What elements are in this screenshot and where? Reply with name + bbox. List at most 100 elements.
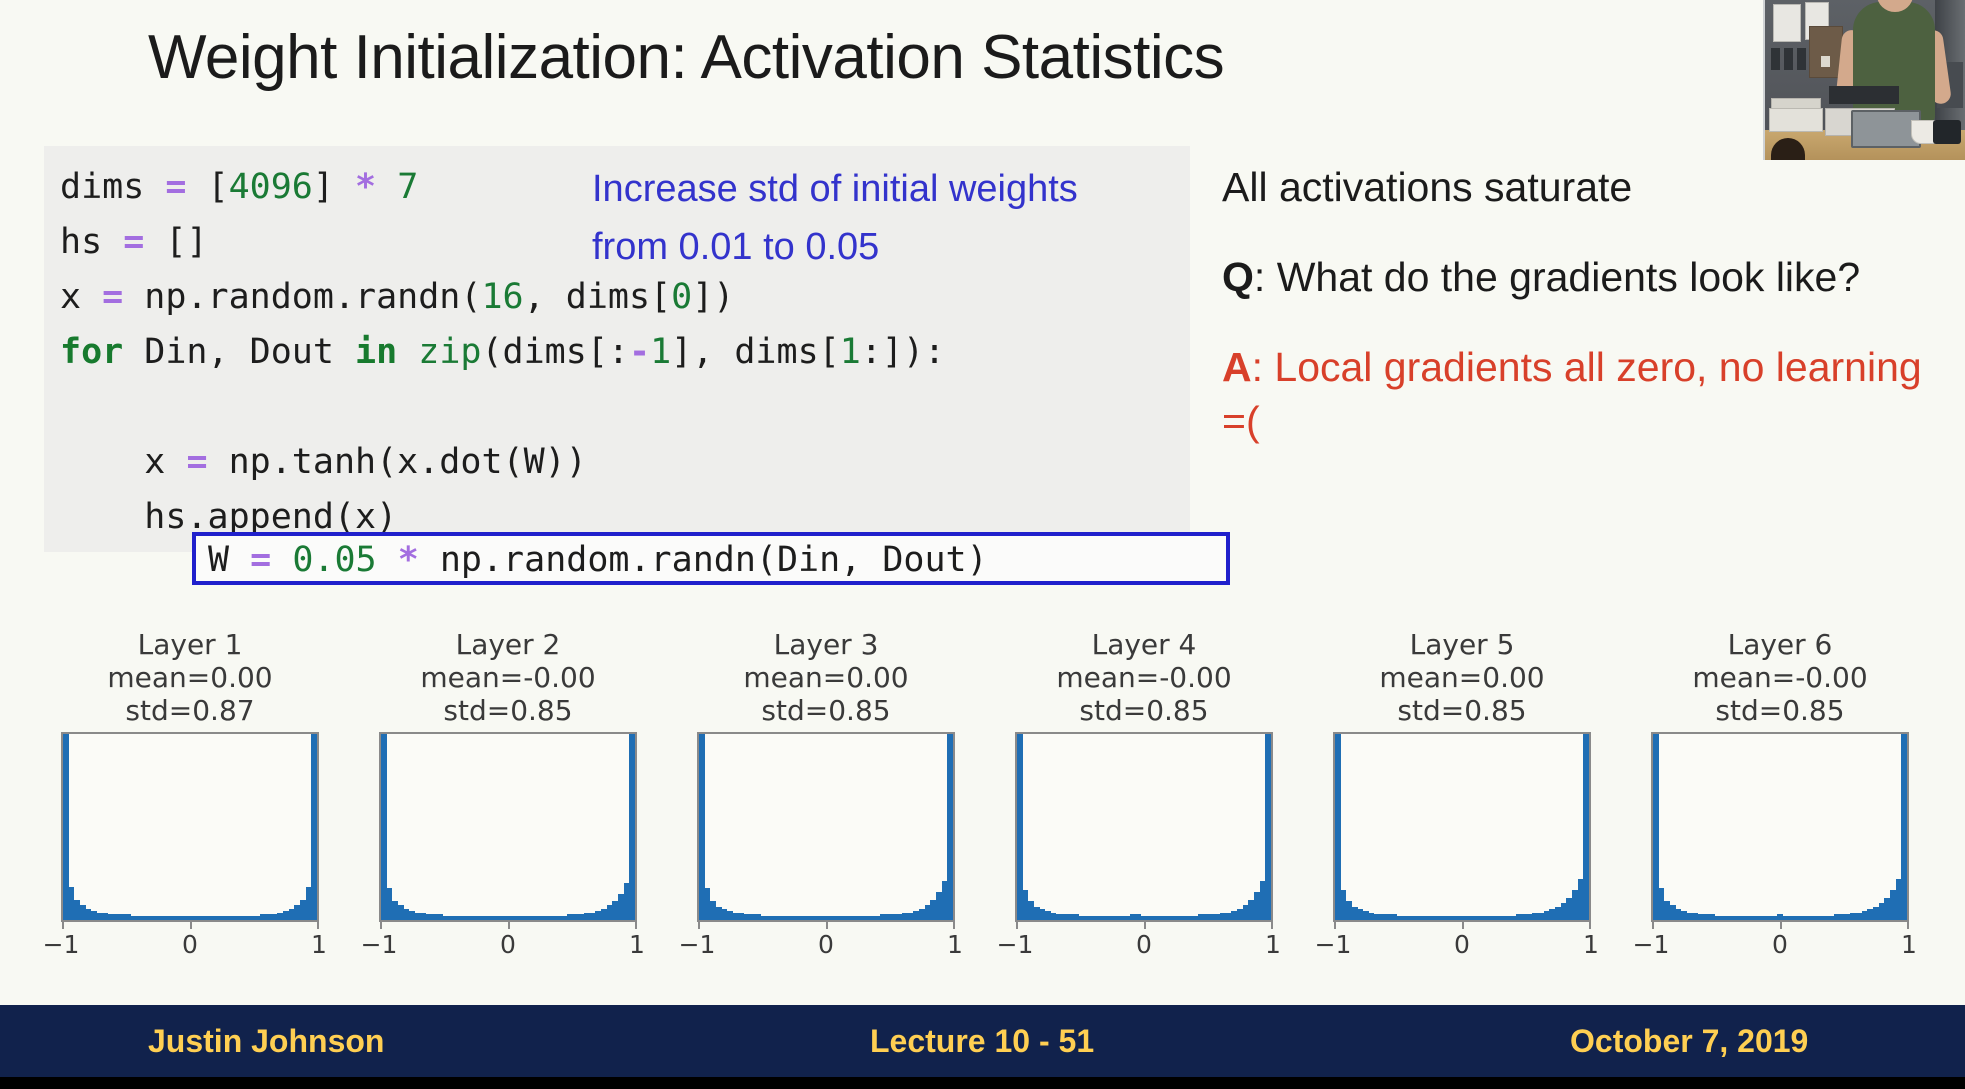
histogram-panel: Layer 3 mean=0.00 std=0.85 −1 0 1 <box>676 628 976 978</box>
x-tick-label: 1 <box>1265 930 1281 959</box>
histogram-title: Layer 6 mean=-0.00 std=0.85 <box>1692 628 1868 727</box>
x-tick-label: 0 <box>500 930 516 959</box>
footer-author: Justin Johnson <box>148 1022 385 1059</box>
code-line-6: x = np.tanh(x.dot(W)) <box>60 442 587 482</box>
footer-black-strip <box>0 1077 1965 1089</box>
x-tick-label: −1 <box>996 930 1034 959</box>
x-tick-label: −1 <box>1314 930 1352 959</box>
histogram-x-axis: −1 0 1 <box>1633 922 1917 959</box>
code-line-1: dims = [4096] * 7 <box>60 167 419 207</box>
x-tick-mark <box>508 922 510 929</box>
histogram-panel: Layer 5 mean=0.00 std=0.85 −1 0 1 <box>1312 628 1612 978</box>
x-tick-label: −1 <box>1632 930 1670 959</box>
webcam-bag <box>1933 120 1961 144</box>
annotation-line-2: from 0.01 to 0.05 <box>592 226 880 268</box>
histogram-plot <box>697 732 955 922</box>
footer-lecture: Lecture 10 - 51 <box>870 1022 1095 1059</box>
x-tick-label: 0 <box>182 930 198 959</box>
x-tick-mark <box>1334 922 1336 929</box>
x-tick-mark <box>698 922 700 929</box>
question-text: : What do the gradients look like? <box>1253 254 1861 300</box>
note-question: Q: What do the gradients look like? <box>1222 250 1922 304</box>
histogram-title: Layer 3 mean=0.00 std=0.85 <box>743 628 909 727</box>
histogram-x-axis: −1 0 1 <box>1315 922 1599 959</box>
code-line-4: for Din, Dout in zip(dims[:-1], dims[1:]… <box>60 332 946 372</box>
x-tick-mark <box>1271 922 1273 929</box>
histogram-row: Layer 1 mean=0.00 std=0.87 −1 0 1 Layer 2 me… <box>40 628 1930 978</box>
x-tick-mark <box>1589 922 1591 929</box>
x-tick-label: −1 <box>360 930 398 959</box>
x-tick-label: 1 <box>311 930 327 959</box>
histogram-bars <box>1017 734 1271 920</box>
histogram-title: Layer 1 mean=0.00 std=0.87 <box>107 628 273 727</box>
histogram-bars <box>1653 734 1907 920</box>
x-tick-mark <box>953 922 955 929</box>
x-tick-label: −1 <box>678 930 716 959</box>
footer-date: October 7, 2019 <box>1570 1022 1809 1059</box>
answer-prefix: A <box>1222 344 1252 390</box>
x-tick-mark <box>317 922 319 929</box>
histogram-bar <box>1583 734 1589 920</box>
x-tick-mark <box>190 922 192 929</box>
histogram-bar <box>311 734 317 920</box>
histogram-plot <box>1015 732 1273 922</box>
histogram-x-axis: −1 0 1 <box>361 922 645 959</box>
histogram-panel: Layer 4 mean=-0.00 std=0.85 −1 0 1 <box>994 628 1294 978</box>
histogram-bars <box>63 734 317 920</box>
question-prefix: Q <box>1222 254 1254 300</box>
x-tick-label: 1 <box>629 930 645 959</box>
histogram-bars <box>699 734 953 920</box>
histogram-bars <box>1335 734 1589 920</box>
histogram-plot <box>1651 732 1909 922</box>
x-tick-mark <box>380 922 382 929</box>
webcam-paper <box>1821 56 1830 67</box>
histogram-plot <box>1333 732 1591 922</box>
code-line-7: hs.append(x) <box>60 497 398 537</box>
code-line-2: hs = [] <box>60 222 208 262</box>
histogram-x-axis: −1 0 1 <box>679 922 963 959</box>
histogram-x-axis: −1 0 1 <box>43 922 327 959</box>
histogram-bar <box>629 734 635 920</box>
answer-text: : Local gradients all zero, no learning … <box>1222 344 1922 444</box>
webcam-wall-panel <box>1797 48 1806 70</box>
footer-bar: Justin Johnson Lecture 10 - 51 October 7… <box>0 1005 1965 1077</box>
histogram-bar <box>1265 734 1271 920</box>
histogram-panel: Layer 6 mean=-0.00 std=0.85 −1 0 1 <box>1630 628 1930 978</box>
histogram-panel: Layer 1 mean=0.00 std=0.87 −1 0 1 <box>40 628 340 978</box>
webcam-poster <box>1773 4 1801 42</box>
x-tick-label: 0 <box>1454 930 1470 959</box>
webcam-wall-panel <box>1784 48 1793 70</box>
histogram-plot <box>61 732 319 922</box>
webcam-equipment <box>1829 86 1899 104</box>
histogram-bar <box>947 734 953 920</box>
webcam-wall-panel <box>1771 48 1780 70</box>
histogram-bar <box>1901 734 1907 920</box>
webcam-overlay <box>1763 0 1965 160</box>
histogram-bars <box>381 734 635 920</box>
x-tick-mark <box>1016 922 1018 929</box>
x-tick-mark <box>1780 922 1782 929</box>
note-statement: All activations saturate <box>1222 164 1633 210</box>
x-tick-label: 0 <box>1136 930 1152 959</box>
notes-column: All activations saturate Q: What do the … <box>1222 160 1922 484</box>
histogram-title: Layer 4 mean=-0.00 std=0.85 <box>1056 628 1232 727</box>
x-tick-label: −1 <box>42 930 80 959</box>
code-line-5-placeholder <box>60 387 81 427</box>
annotation-line-1: Increase std of initial weights <box>592 168 1078 210</box>
webcam-box <box>1769 108 1823 132</box>
x-tick-label: 1 <box>1901 930 1917 959</box>
x-tick-mark <box>826 922 828 929</box>
note-answer: A: Local gradients all zero, no learning… <box>1222 340 1922 448</box>
x-tick-mark <box>1144 922 1146 929</box>
histogram-panel: Layer 2 mean=-0.00 std=0.85 −1 0 1 <box>358 628 658 978</box>
x-tick-label: 0 <box>1772 930 1788 959</box>
histogram-title: Layer 2 mean=-0.00 std=0.85 <box>420 628 596 727</box>
code-line-5: W = 0.05 * np.random.randn(Din, Dout) <box>208 540 988 580</box>
highlighted-code-line[interactable]: W = 0.05 * np.random.randn(Din, Dout) <box>192 532 1230 585</box>
annotation-increase-std: Increase std of initial weights from 0.0… <box>592 160 1172 276</box>
x-tick-label: 0 <box>818 930 834 959</box>
histogram-title: Layer 5 mean=0.00 std=0.85 <box>1379 628 1545 727</box>
webcam-presenter-torso <box>1853 2 1935 122</box>
x-tick-mark <box>62 922 64 929</box>
page-title: Weight Initialization: Activation Statis… <box>148 23 1225 92</box>
